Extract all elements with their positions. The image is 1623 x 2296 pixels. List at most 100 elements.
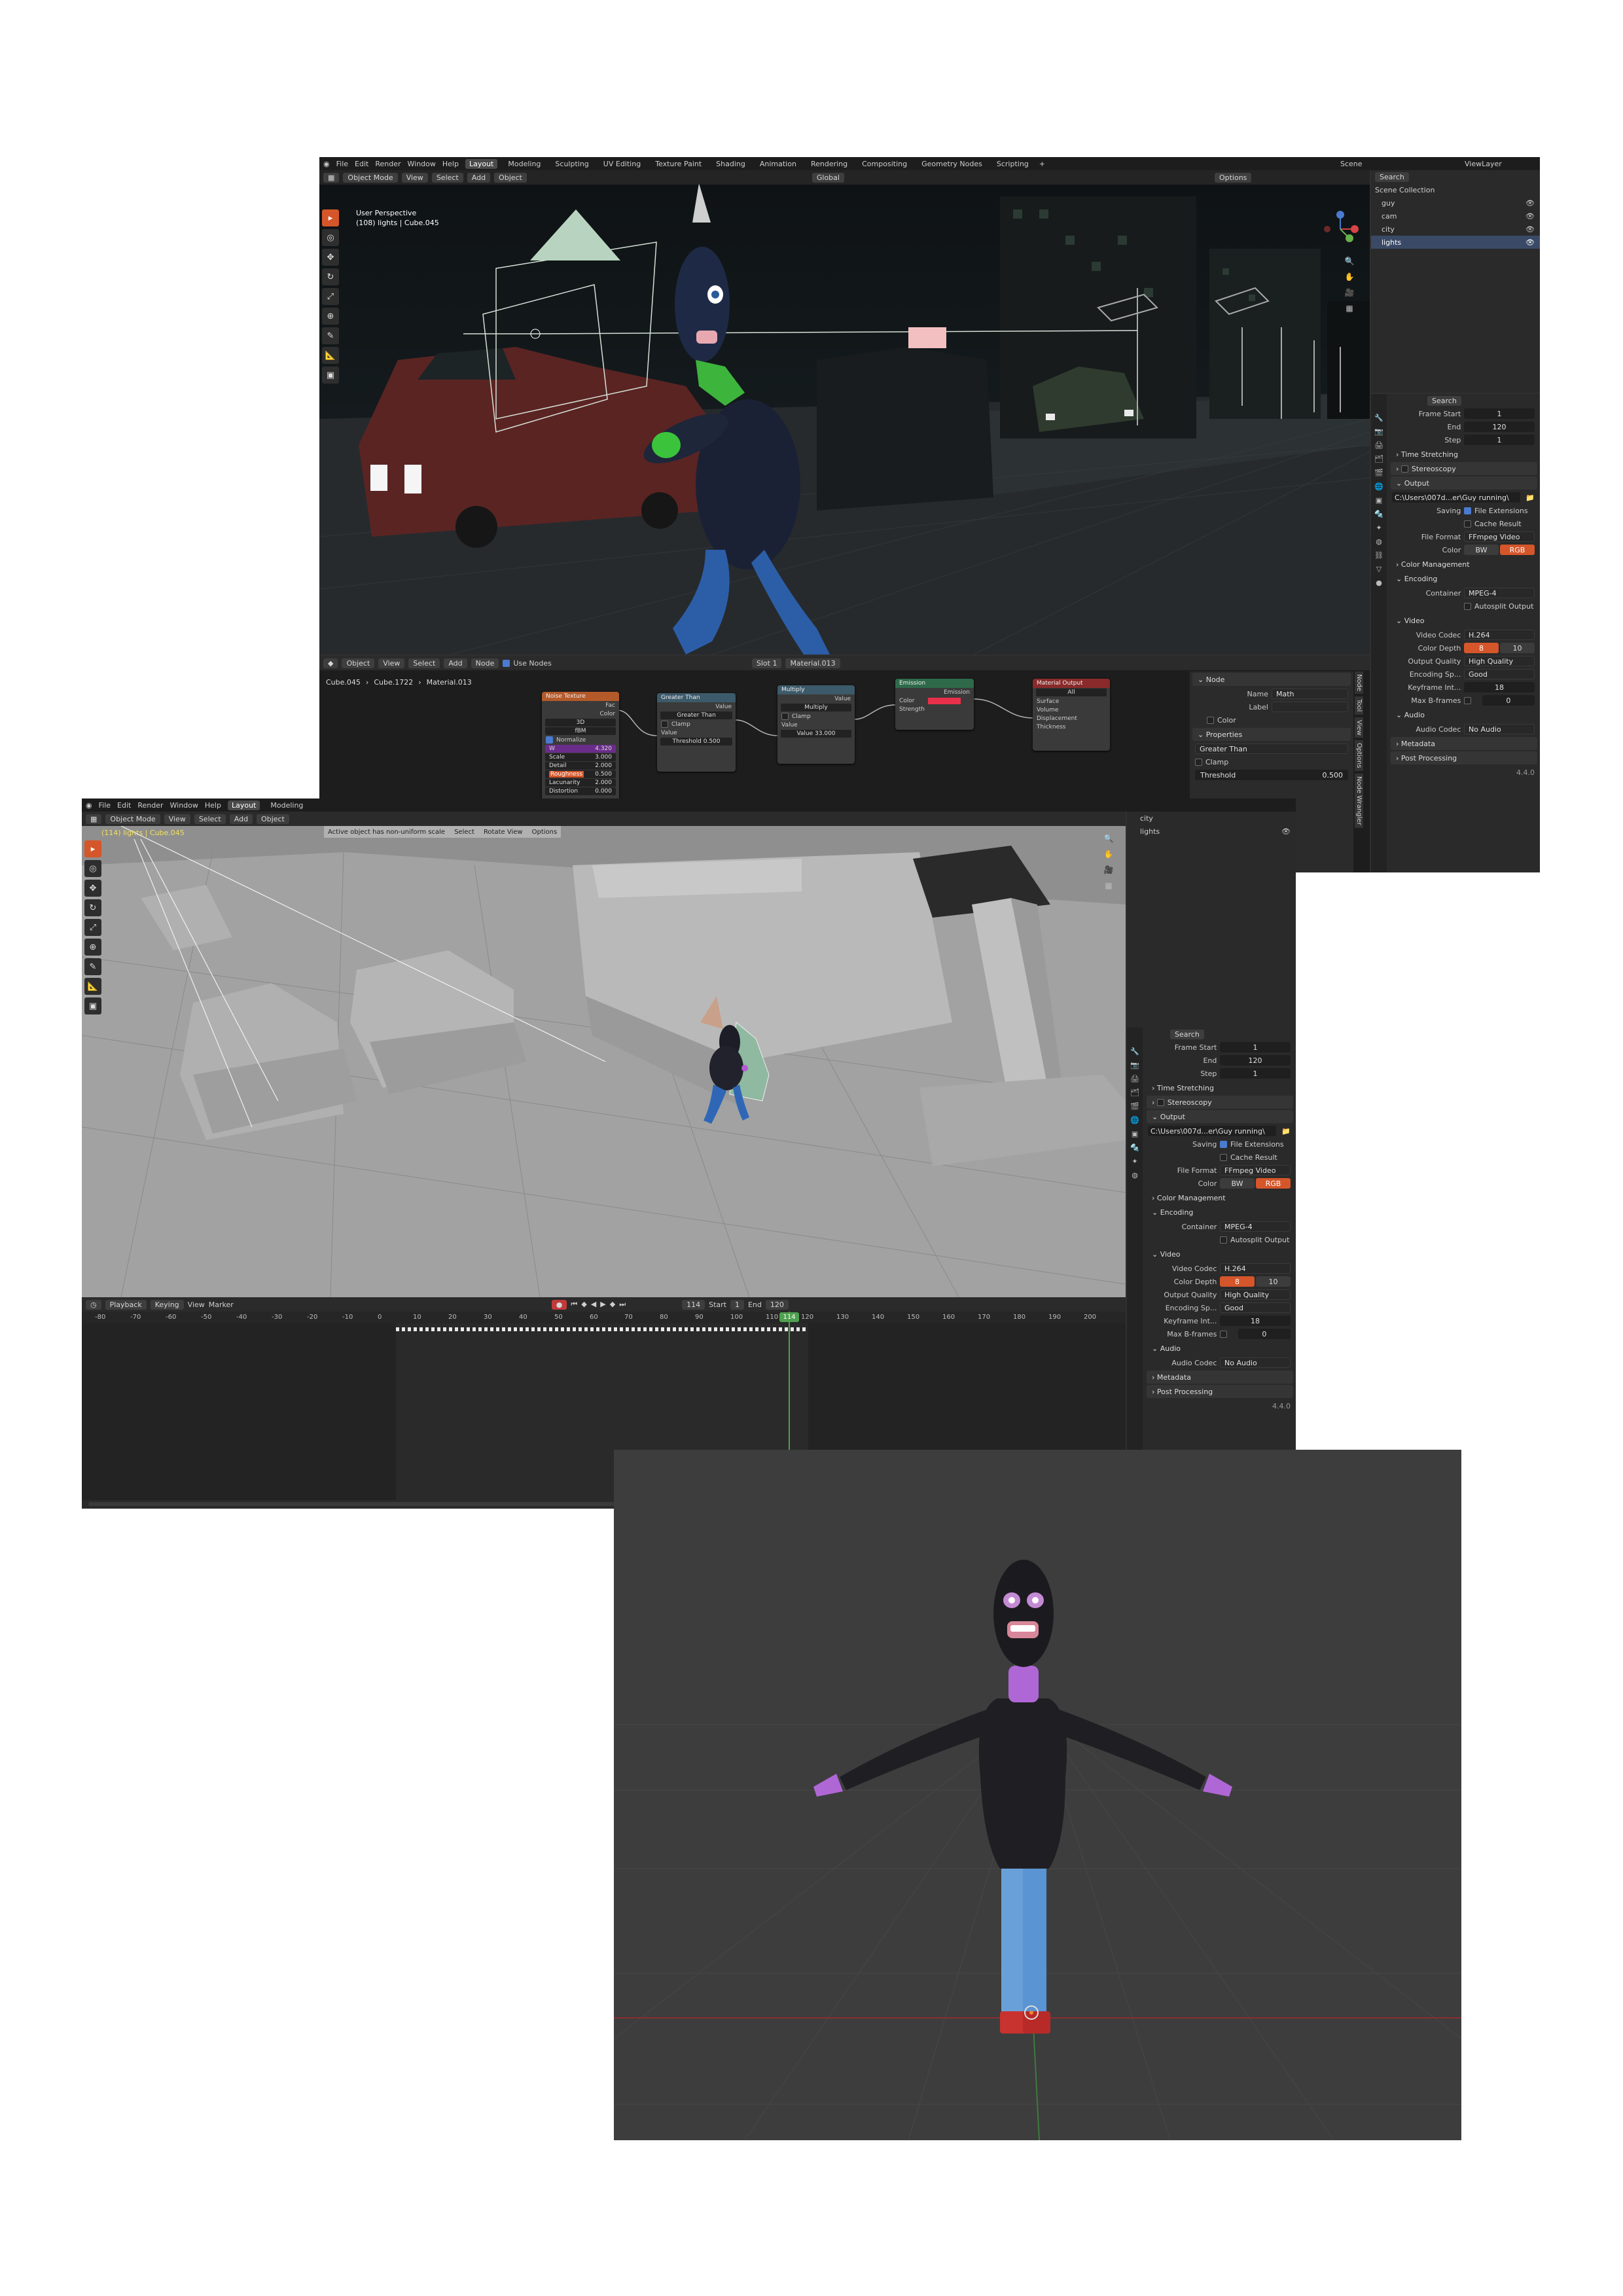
end-field[interactable]: 120: [1220, 1055, 1291, 1066]
max-bframes-field[interactable]: 0: [1238, 1329, 1291, 1339]
video-codec-select[interactable]: H.264: [1220, 1263, 1291, 1274]
time-stretching-section[interactable]: › Time Stretching: [1391, 448, 1537, 461]
outliner-item-lights[interactable]: lights 👁: [1127, 825, 1296, 838]
stereoscopy-section[interactable]: › Stereoscopy: [1391, 462, 1537, 475]
add-cube-tool-icon[interactable]: ▣: [84, 997, 101, 1014]
outliner-item-city[interactable]: city: [1127, 812, 1296, 825]
stereoscopy-section[interactable]: › Stereoscopy: [1147, 1096, 1293, 1109]
output-section[interactable]: ⌄ Output: [1391, 476, 1537, 490]
frame-start-field[interactable]: 1: [1464, 408, 1535, 419]
prev-key-icon[interactable]: ◆: [581, 1300, 586, 1310]
tab-rendering[interactable]: Rendering: [807, 159, 851, 169]
tab-uv-editing[interactable]: UV Editing: [599, 159, 645, 169]
object-tab-icon[interactable]: ▣: [1376, 496, 1382, 505]
editor-type-button[interactable]: ◆: [323, 658, 338, 668]
stereoscopy-checkbox[interactable]: [1156, 1098, 1164, 1106]
jump-start-icon[interactable]: ⏮: [571, 1300, 577, 1310]
navigation-gizmo[interactable]: [1321, 209, 1360, 249]
mode-select[interactable]: Object Mode: [105, 814, 160, 824]
blender-logo-icon[interactable]: ◉: [86, 801, 92, 810]
depth-8-option[interactable]: 8: [1464, 643, 1499, 653]
blender-logo-icon[interactable]: ◉: [323, 160, 330, 168]
physics-tab-icon[interactable]: ◍: [1376, 537, 1382, 546]
properties-section[interactable]: ⌄ Properties: [1192, 728, 1351, 741]
socket-emission[interactable]: Emission: [895, 688, 974, 696]
rgb-option[interactable]: RGB: [1500, 545, 1535, 555]
render-tab-icon[interactable]: 📷: [1130, 1061, 1139, 1069]
outliner-search[interactable]: Search: [1375, 171, 1409, 182]
menu-view[interactable]: View: [401, 172, 428, 183]
tab-tool[interactable]: Tool: [1355, 696, 1363, 715]
cursor-tool-icon[interactable]: ◎: [84, 860, 101, 877]
threshold-field[interactable]: 0.500: [704, 738, 721, 745]
file-format-select[interactable]: FFmpeg Video: [1464, 531, 1535, 542]
annotate-tool-icon[interactable]: ✎: [84, 958, 101, 975]
tab-geometry-nodes[interactable]: Geometry Nodes: [918, 159, 986, 169]
particles-tab-icon[interactable]: ✦: [1376, 524, 1382, 532]
rotate-tool-icon[interactable]: ↻: [84, 899, 101, 916]
menu-view[interactable]: View: [188, 1300, 205, 1309]
scene-collection[interactable]: Scene Collection: [1371, 183, 1540, 196]
depth-10-option[interactable]: 10: [1500, 643, 1535, 653]
visibility-eye-icon[interactable]: 👁: [1525, 212, 1535, 221]
max-bframes-checkbox[interactable]: [1220, 1331, 1227, 1338]
video-codec-select[interactable]: H.264: [1464, 630, 1535, 640]
audio-section[interactable]: ⌄ Audio: [1391, 708, 1537, 721]
cache-result-checkbox[interactable]: [1220, 1154, 1227, 1161]
visibility-eye-icon[interactable]: 👁: [1525, 199, 1535, 207]
post-processing-section[interactable]: › Post Processing: [1391, 751, 1537, 764]
file-format-select[interactable]: FFmpeg Video: [1220, 1165, 1291, 1175]
viewlayer-selector[interactable]: ViewLayer: [1465, 160, 1502, 168]
keyframe-row[interactable]: [396, 1327, 808, 1331]
cursor-tool-icon[interactable]: ◎: [322, 229, 339, 246]
add-workspace-icon[interactable]: +: [1039, 160, 1045, 168]
menu-window[interactable]: Window: [408, 160, 436, 168]
tab-texture-paint[interactable]: Texture Paint: [651, 159, 705, 169]
menu-marker[interactable]: Marker: [209, 1300, 234, 1309]
time-stretching-section[interactable]: › Time Stretching: [1147, 1081, 1293, 1094]
emission-node[interactable]: Emission Emission Color Strength: [895, 679, 974, 730]
clamp-checkbox[interactable]: [1195, 758, 1202, 766]
color-management-section[interactable]: › Color Management: [1391, 558, 1537, 571]
operation-select[interactable]: Greater Than: [1195, 744, 1348, 754]
end-field[interactable]: 120: [1464, 422, 1535, 432]
scale-tool-icon[interactable]: ⤢: [84, 919, 101, 936]
material-select[interactable]: Material.013: [785, 658, 840, 668]
next-key-icon[interactable]: ◆: [610, 1300, 615, 1310]
pan-hand-icon[interactable]: ✋: [1103, 848, 1115, 860]
node-name-field[interactable]: Math: [1272, 689, 1348, 699]
audio-codec-select[interactable]: No Audio: [1464, 724, 1535, 734]
node-color-checkbox[interactable]: [1207, 716, 1214, 724]
constraint-tab-icon[interactable]: ⛓: [1374, 551, 1383, 560]
tab-view[interactable]: View: [1355, 717, 1363, 738]
scale-field[interactable]: 3.000: [595, 754, 612, 761]
slot-select[interactable]: Slot 1: [751, 658, 782, 668]
audio-codec-select[interactable]: No Audio: [1220, 1357, 1291, 1368]
properties-search[interactable]: Search: [1170, 1029, 1204, 1039]
menu-select[interactable]: Select: [194, 814, 226, 824]
menu-node[interactable]: Node: [471, 658, 499, 668]
step-field[interactable]: 1: [1220, 1068, 1291, 1079]
metadata-section[interactable]: › Metadata: [1391, 737, 1537, 750]
menu-edit[interactable]: Edit: [355, 160, 368, 168]
jump-end-icon[interactable]: ⏭: [619, 1300, 626, 1310]
node-label-field[interactable]: [1272, 702, 1348, 712]
tab-node-wrangler[interactable]: Node Wrangler: [1355, 773, 1363, 828]
frame-ruler[interactable]: -80 -70 -60 -50 -40 -30 -20 -10 0 10 20 30 40 50 60 70 8…: [82, 1312, 1126, 1323]
menu-add[interactable]: Add: [229, 814, 253, 824]
threshold-field[interactable]: 0.500: [1323, 771, 1344, 780]
autosplit-checkbox[interactable]: [1464, 603, 1471, 610]
material-tab-icon[interactable]: ●: [1376, 579, 1382, 587]
menu-select[interactable]: Select: [431, 172, 463, 183]
rgb-option[interactable]: RGB: [1256, 1178, 1291, 1189]
record-button[interactable]: ●: [551, 1299, 567, 1310]
render-tab-icon[interactable]: 📷: [1374, 427, 1383, 436]
file-extensions-checkbox[interactable]: [1464, 507, 1471, 514]
folder-icon[interactable]: 📁: [1281, 1127, 1291, 1136]
menu-render[interactable]: Render: [375, 160, 401, 168]
editor-type-button[interactable]: ◷: [86, 1299, 101, 1310]
menu-object[interactable]: Object: [494, 172, 527, 183]
playback-menu[interactable]: Playback: [105, 1299, 147, 1310]
camera-view-icon[interactable]: 🎥: [1344, 287, 1355, 298]
socket-volume[interactable]: Volume: [1033, 706, 1110, 714]
